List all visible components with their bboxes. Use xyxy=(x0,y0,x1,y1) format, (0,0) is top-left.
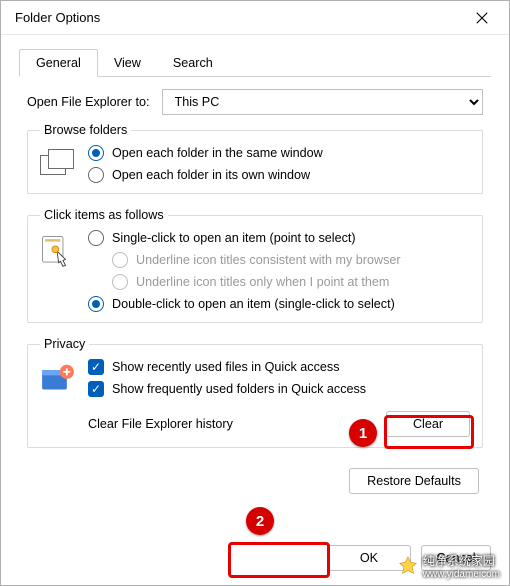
check-recent-files[interactable]: ✓ Show recently used files in Quick acce… xyxy=(88,359,470,375)
privacy-group: Privacy ✓ Show r xyxy=(27,337,483,448)
tab-search[interactable]: Search xyxy=(157,50,229,76)
clear-button[interactable]: Clear xyxy=(386,411,470,437)
radio-same-window-label: Open each folder in the same window xyxy=(112,146,323,160)
radio-double-click-label: Double-click to open an item (single-cli… xyxy=(112,297,395,311)
click-items-legend: Click items as follows xyxy=(40,208,168,222)
radio-same-window[interactable]: Open each folder in the same window xyxy=(88,145,470,161)
windows-icon xyxy=(40,145,78,177)
privacy-legend: Privacy xyxy=(40,337,89,351)
tab-general[interactable]: General xyxy=(19,49,98,77)
radio-underline-browser-label: Underline icon titles consistent with my… xyxy=(136,253,401,267)
folder-options-dialog: Folder Options General View Search Open … xyxy=(0,0,510,586)
clear-history-label: Clear File Explorer history xyxy=(88,417,233,431)
open-to-row: Open File Explorer to: This PC xyxy=(27,89,483,115)
radio-single-click-label: Single-click to open an item (point to s… xyxy=(112,231,356,245)
radio-own-window[interactable]: Open each folder in its own window xyxy=(88,167,470,183)
dialog-body: General View Search Open File Explorer t… xyxy=(1,35,509,539)
radio-single-click[interactable]: Single-click to open an item (point to s… xyxy=(88,230,470,246)
ok-button[interactable]: OK xyxy=(327,545,411,571)
dialog-buttons: OK Cancel Apply xyxy=(1,539,509,585)
cancel-button[interactable]: Cancel xyxy=(421,545,491,571)
radio-underline-browser: Underline icon titles consistent with my… xyxy=(112,252,470,268)
titlebar: Folder Options xyxy=(1,1,509,35)
browse-folders-group: Browse folders Open each folder in the s… xyxy=(27,123,483,194)
close-icon[interactable] xyxy=(467,3,497,33)
radio-underline-point: Underline icon titles only when I point … xyxy=(112,274,470,290)
radio-double-click[interactable]: Double-click to open an item (single-cli… xyxy=(88,296,470,312)
window-title: Folder Options xyxy=(15,10,467,25)
open-to-label: Open File Explorer to: xyxy=(27,95,150,109)
radio-own-window-label: Open each folder in its own window xyxy=(112,168,310,182)
click-items-group: Click items as follows Single- xyxy=(27,208,483,323)
check-recent-files-label: Show recently used files in Quick access xyxy=(112,360,340,374)
check-frequent-folders-label: Show frequently used folders in Quick ac… xyxy=(112,382,366,396)
radio-underline-point-label: Underline icon titles only when I point … xyxy=(136,275,389,289)
check-frequent-folders[interactable]: ✓ Show frequently used folders in Quick … xyxy=(88,381,470,397)
open-to-select[interactable]: This PC xyxy=(162,89,484,115)
tab-view[interactable]: View xyxy=(98,50,157,76)
cursor-icon xyxy=(40,230,78,271)
general-panel: Open File Explorer to: This PC Browse fo… xyxy=(19,77,491,500)
privacy-icon xyxy=(40,359,78,396)
restore-defaults-button[interactable]: Restore Defaults xyxy=(349,468,479,494)
tab-strip: General View Search xyxy=(19,49,491,77)
browse-folders-legend: Browse folders xyxy=(40,123,131,137)
